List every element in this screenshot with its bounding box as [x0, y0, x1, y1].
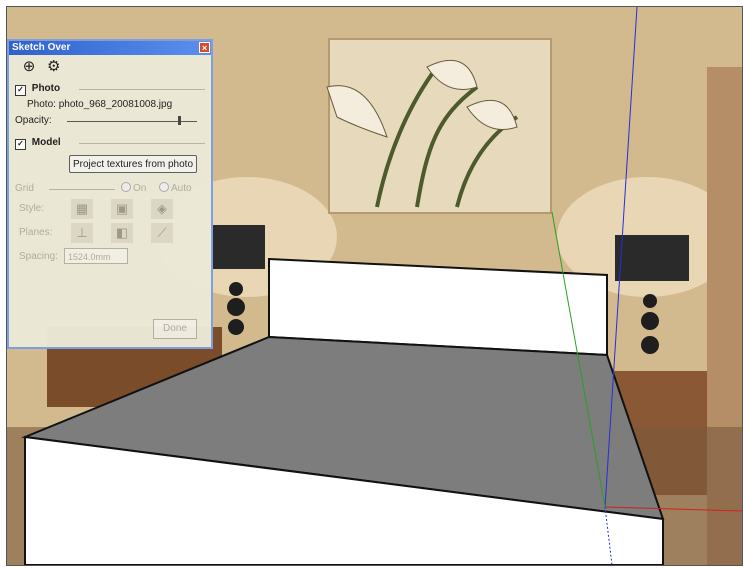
opacity-slider-thumb[interactable] [177, 116, 181, 125]
photo-file-name: photo_968_20081008.jpg [58, 99, 173, 110]
photo-file-row: Photo: photo_968_20081008.jpg [9, 97, 211, 113]
project-textures-button[interactable]: Project textures from photo [69, 155, 197, 173]
gear-icon[interactable]: ⚙ [46, 59, 62, 75]
plane-xz-icon[interactable]: ◧ [111, 223, 133, 243]
model-section-header: ✓ Model [9, 135, 211, 151]
grid-spacing-label: Spacing: [19, 251, 58, 262]
viewport[interactable]: Sketch Over × ⊕ ⚙ ✓ Photo Photo: photo_9… [6, 6, 743, 566]
grid-style-three-icon[interactable]: ◈ [151, 199, 173, 219]
opacity-label: Opacity: [15, 115, 52, 126]
photo-checkbox[interactable]: ✓ [15, 85, 26, 96]
section-divider [49, 189, 115, 190]
grid-style-label: Style: [19, 203, 45, 214]
grid-auto-option[interactable]: Auto [159, 181, 192, 197]
grid-style-one-icon[interactable]: ▦ [71, 199, 93, 219]
model-section-label: Model [31, 137, 61, 148]
dialog-titlebar[interactable]: Sketch Over × [9, 41, 211, 55]
opacity-row: Opacity: [9, 113, 211, 129]
radio-icon [121, 182, 131, 192]
grid-on-option[interactable]: On [121, 181, 146, 197]
dialog-toolbar: ⊕ ⚙ [9, 55, 211, 81]
spacing-input[interactable]: 1524.0mm [64, 248, 128, 264]
grid-style-row: Style: ▦ ▣ ◈ [9, 197, 211, 221]
grid-planes-row: Planes: ⊥ ◧ ⟋ [9, 221, 211, 245]
add-icon[interactable]: ⊕ [21, 59, 37, 75]
grid-style-two-icon[interactable]: ▣ [111, 199, 133, 219]
dialog-title: Sketch Over [12, 42, 71, 53]
section-divider [79, 89, 205, 90]
done-button[interactable]: Done [153, 319, 197, 339]
photo-file-label: Photo: [27, 99, 56, 110]
model-checkbox[interactable]: ✓ [15, 139, 26, 150]
grid-planes-label: Planes: [19, 227, 53, 238]
close-icon[interactable]: × [199, 42, 210, 53]
grid-section-header: Grid On Auto [9, 181, 211, 197]
sketch-over-dialog: Sketch Over × ⊕ ⚙ ✓ Photo Photo: photo_9… [7, 39, 213, 349]
photo-section-header: ✓ Photo [9, 81, 211, 97]
grid-label: Grid [15, 183, 34, 194]
section-divider [79, 143, 205, 144]
painting [326, 38, 552, 214]
radio-icon [159, 182, 169, 192]
photo-section-label: Photo [31, 83, 61, 94]
plane-yz-icon[interactable]: ⟋ [151, 223, 173, 243]
grid-spacing-row: Spacing: 1524.0mm [9, 245, 211, 269]
plane-xy-icon[interactable]: ⊥ [71, 223, 93, 243]
